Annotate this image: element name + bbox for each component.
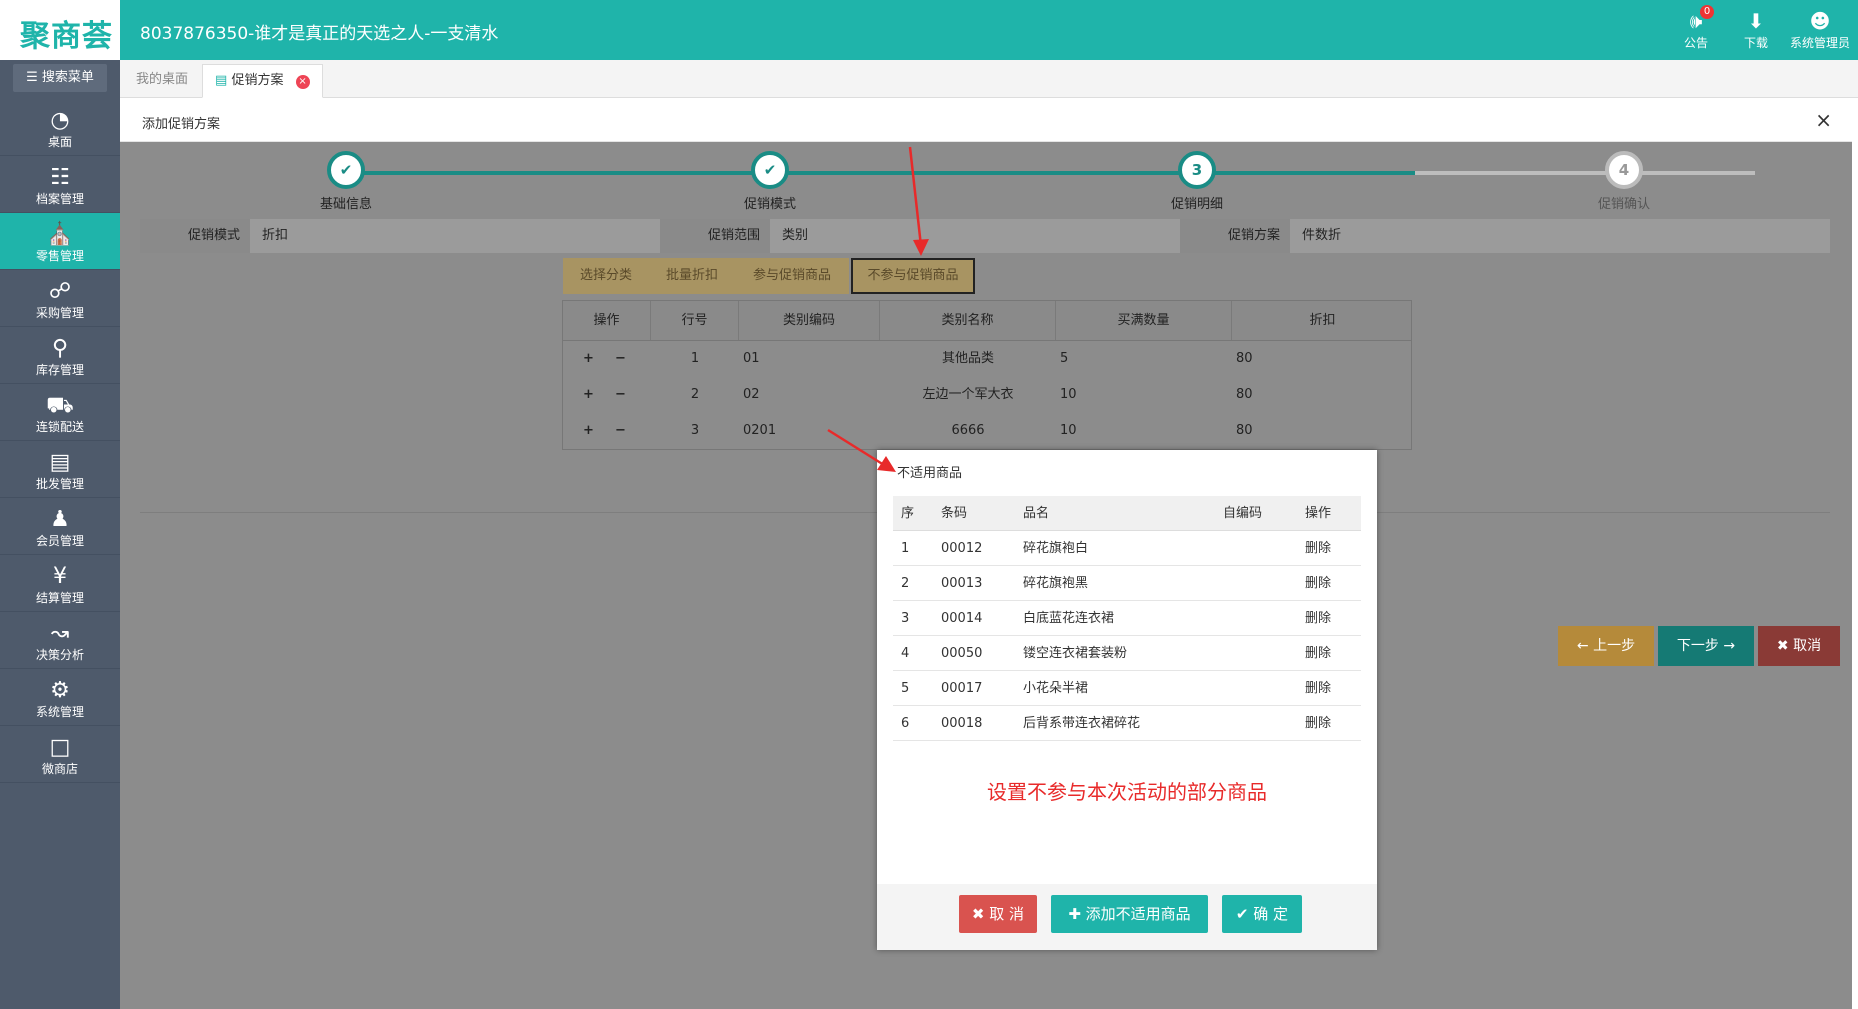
annotation-arrows bbox=[827, 146, 929, 472]
arrow-to-tab bbox=[908, 146, 929, 256]
arrow-to-dialog bbox=[827, 428, 896, 472]
